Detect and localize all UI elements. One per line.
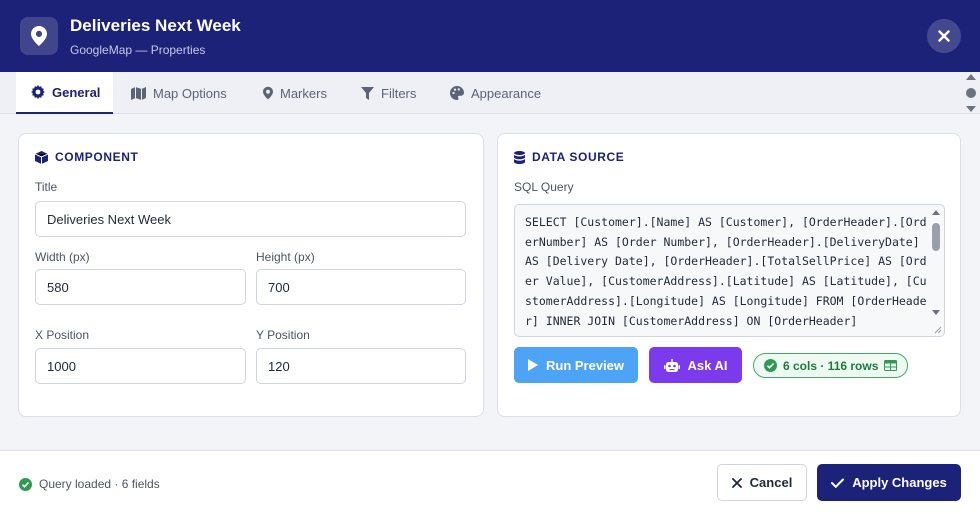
tab-map-options[interactable]: Map Options <box>131 72 227 114</box>
y-position-label: Y Position <box>256 328 310 342</box>
apply-changes-button[interactable]: Apply Changes <box>817 464 961 501</box>
status-message: Query loaded · 6 fields <box>19 477 160 491</box>
check-circle-icon <box>19 477 32 491</box>
dialog-title: Deliveries Next Week <box>70 16 241 35</box>
sql-scroll-thumb[interactable] <box>932 223 940 251</box>
tab-scroll-thumb[interactable] <box>966 88 976 98</box>
chevron-down-icon <box>932 310 940 315</box>
height-label: Height (px) <box>256 250 315 264</box>
check-icon <box>831 478 845 488</box>
x-position-input[interactable]: 1000 <box>35 348 246 384</box>
close-icon <box>938 30 950 42</box>
component-card: COMPONENT Title Deliveries Next Week Wid… <box>18 133 484 417</box>
ask-ai-button[interactable]: Ask AI <box>649 347 742 383</box>
component-heading-label: COMPONENT <box>55 150 139 164</box>
close-icon <box>731 477 742 488</box>
datasource-heading: DATA SOURCE <box>514 150 624 164</box>
chevron-up-icon <box>932 210 940 215</box>
resize-handle-icon[interactable] <box>933 325 942 334</box>
width-label: Width (px) <box>35 250 90 264</box>
chevron-down-icon <box>966 106 976 112</box>
filter-icon <box>361 86 374 100</box>
cube-icon <box>35 150 48 164</box>
sql-scrollbar[interactable] <box>929 206 943 318</box>
database-icon <box>514 150 525 164</box>
sql-query-text: SELECT [Customer].[Name] AS [Customer], … <box>525 215 927 328</box>
height-input[interactable]: 700 <box>256 269 466 305</box>
tab-appearance-label: Appearance <box>471 85 542 101</box>
tab-scrollbar[interactable] <box>964 74 978 112</box>
run-preview-label: Run Preview <box>545 357 625 373</box>
properties-dialog: Deliveries Next Week GoogleMap — Propert… <box>0 0 980 514</box>
tab-bar: General Map Options Markers Filters Appe… <box>0 72 980 114</box>
dialog-header: Deliveries Next Week GoogleMap — Propert… <box>0 0 980 72</box>
tab-map-options-label: Map Options <box>153 85 227 101</box>
cancel-button[interactable]: Cancel <box>717 464 807 501</box>
dialog-subtitle: GoogleMap — Properties <box>70 43 206 57</box>
apply-changes-label: Apply Changes <box>852 475 947 490</box>
map-pin-icon <box>263 86 273 100</box>
title-label: Title <box>35 180 58 194</box>
check-circle-icon <box>764 359 777 372</box>
tab-markers[interactable]: Markers <box>263 72 327 114</box>
chevron-up-icon <box>966 74 976 80</box>
dialog-footer: Query loaded · 6 fields Cancel Apply Cha… <box>0 450 980 514</box>
cancel-label: Cancel <box>749 475 793 490</box>
palette-icon <box>450 86 464 100</box>
table-icon <box>884 360 898 371</box>
sql-query-textarea[interactable]: SELECT [Customer].[Name] AS [Customer], … <box>514 204 945 337</box>
tab-filters-label: Filters <box>381 85 417 101</box>
query-stats-badge: 6 cols · 116 rows <box>753 353 909 378</box>
robot-icon <box>663 358 680 372</box>
y-position-input[interactable]: 120 <box>256 348 466 384</box>
gear-icon <box>31 85 45 99</box>
width-input[interactable]: 580 <box>35 269 246 305</box>
map-icon <box>131 86 146 100</box>
datasource-heading-label: DATA SOURCE <box>532 150 625 164</box>
tab-appearance[interactable]: Appearance <box>450 72 541 114</box>
title-input[interactable]: Deliveries Next Week <box>35 201 466 237</box>
query-stats-text: 6 cols · 116 rows <box>783 358 879 373</box>
x-position-label: X Position <box>35 328 90 342</box>
close-button[interactable] <box>927 19 961 53</box>
tab-markers-label: Markers <box>280 85 327 101</box>
datasource-card: DATA SOURCE SQL Query SELECT [Customer].… <box>497 133 961 417</box>
tab-general-label: General <box>52 84 101 100</box>
map-pin-icon <box>20 17 58 55</box>
play-icon <box>527 359 538 371</box>
sql-query-label: SQL Query <box>514 180 574 194</box>
ask-ai-label: Ask AI <box>687 357 728 373</box>
tab-filters[interactable]: Filters <box>361 72 416 114</box>
run-preview-button[interactable]: Run Preview <box>514 347 638 383</box>
component-heading: COMPONENT <box>35 150 138 164</box>
tab-general[interactable]: General <box>16 72 113 114</box>
status-text: Query loaded · 6 fields <box>39 477 160 491</box>
